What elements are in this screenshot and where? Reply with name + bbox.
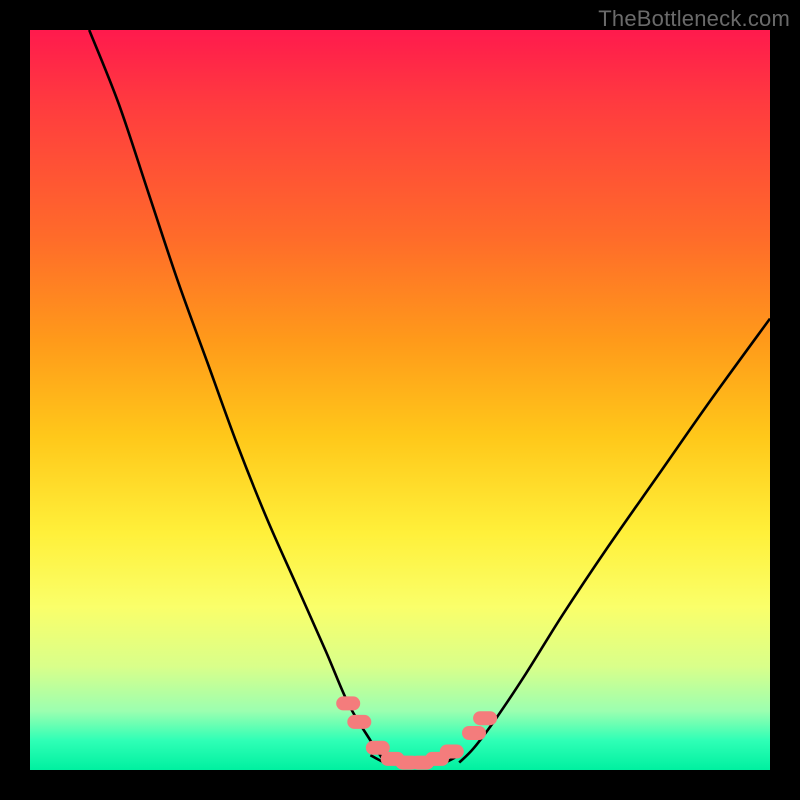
- attribution-text: TheBottleneck.com: [598, 6, 790, 32]
- chart-svg: [30, 30, 770, 770]
- marker-valley-marker-6: [440, 745, 464, 759]
- left-curve: [89, 30, 385, 763]
- chart-plot-area: [30, 30, 770, 770]
- marker-group: [336, 696, 497, 769]
- marker-left-marker-2: [347, 715, 371, 729]
- curve-group: [89, 30, 770, 765]
- marker-right-marker-2: [473, 711, 497, 725]
- marker-right-marker-1: [462, 726, 486, 740]
- right-curve: [459, 319, 770, 763]
- chart-frame: TheBottleneck.com: [0, 0, 800, 800]
- marker-left-marker-1: [336, 696, 360, 710]
